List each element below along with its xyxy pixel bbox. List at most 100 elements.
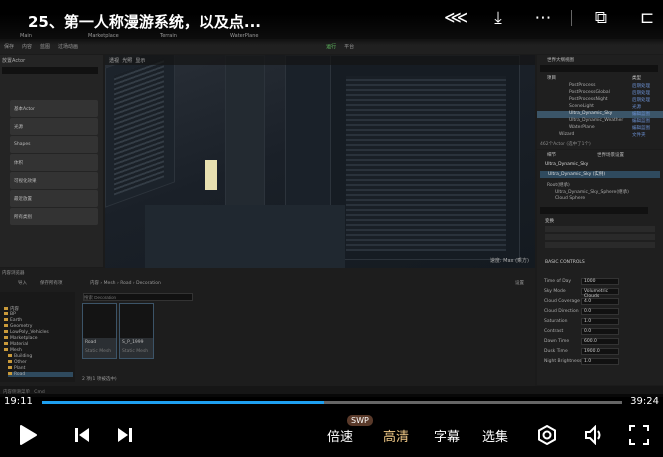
progress-track[interactable] bbox=[42, 401, 622, 404]
quality-button[interactable]: 高清 bbox=[383, 426, 409, 445]
place-item[interactable]: 可视化效果 bbox=[10, 172, 98, 189]
save-all-button[interactable]: 保存所有项 bbox=[40, 280, 63, 286]
breadcrumb-item[interactable]: 内容 bbox=[90, 281, 99, 286]
folder[interactable]: Building bbox=[8, 354, 32, 359]
settings-button[interactable]: 设置 bbox=[515, 280, 524, 286]
folder[interactable]: Plant bbox=[8, 366, 25, 371]
property-value[interactable]: 1.0 bbox=[581, 318, 619, 325]
viewport-show[interactable]: 显示 bbox=[135, 58, 145, 64]
speed-button[interactable]: 倍速 bbox=[327, 426, 353, 445]
section-basic-controls[interactable]: BASIC CONTROLS bbox=[545, 260, 585, 265]
folder[interactable]: LowPoly_Vehicles bbox=[4, 330, 49, 335]
property-value[interactable]: 1.0 bbox=[581, 358, 619, 365]
share-icon[interactable]: ⋘ bbox=[444, 8, 466, 28]
editor-frame: Main Marketplace Terrain WaterPlane 保存 内… bbox=[0, 15, 663, 397]
property-value[interactable]: Volumetric Clouds bbox=[581, 288, 619, 295]
place-item[interactable]: 最近放置 bbox=[10, 190, 98, 207]
property-value[interactable]: 1900.0 bbox=[581, 348, 619, 355]
outliner-row[interactable]: Wizard文件夹 bbox=[537, 132, 663, 139]
outliner-col-label[interactable]: 项目 bbox=[547, 75, 556, 81]
place-item[interactable]: 所有类别 bbox=[10, 208, 98, 225]
row-label: PostProcessNight bbox=[569, 97, 608, 102]
place-item-label: 基本Actor bbox=[14, 107, 35, 112]
place-actors-search[interactable] bbox=[2, 67, 98, 74]
world-settings-tab[interactable]: 世界场景设置 bbox=[597, 152, 624, 158]
property-value[interactable]: 4.0 bbox=[581, 298, 619, 305]
menu-waterplane[interactable]: WaterPlane bbox=[230, 33, 259, 39]
play-icon[interactable] bbox=[18, 424, 38, 446]
breadcrumb-item[interactable]: Mesh bbox=[104, 281, 116, 286]
property-row: Dusk Time1900.0 bbox=[539, 347, 659, 356]
folder[interactable]: BP bbox=[4, 312, 16, 317]
viewport-perspective[interactable]: 透视 bbox=[109, 58, 119, 64]
outliner-row[interactable]: WaterPlane编辑蓝图 bbox=[537, 125, 663, 132]
row-type: 后期处理 bbox=[632, 83, 650, 89]
place-item-label: 体积 bbox=[14, 161, 23, 166]
asset-thumbnail bbox=[120, 304, 153, 338]
outliner-row[interactable]: PostProcessGlobal后期处理 bbox=[537, 90, 663, 97]
property-value[interactable]: 1000 bbox=[581, 278, 619, 285]
folder[interactable]: Earth bbox=[4, 318, 22, 323]
folder[interactable]: Other bbox=[8, 360, 27, 365]
fullscreen-icon[interactable] bbox=[629, 425, 649, 445]
property-value[interactable]: 600.0 bbox=[581, 338, 619, 345]
place-item[interactable]: 体积 bbox=[10, 154, 98, 171]
building bbox=[330, 55, 520, 260]
asset-tile[interactable]: S_P_1999Static Mesh bbox=[119, 303, 154, 359]
outliner-row[interactable]: PostProcess 后期处理 bbox=[537, 83, 663, 90]
outliner-row[interactable]: PostProcessNight后期处理 bbox=[537, 97, 663, 104]
actor-instance[interactable]: Ultra_Dynamic_Sky (实例) bbox=[540, 171, 660, 178]
settings-icon[interactable] bbox=[537, 425, 557, 445]
folder-selected[interactable]: Road bbox=[8, 372, 73, 377]
episodes-button[interactable]: 选集 bbox=[482, 426, 508, 445]
details-tab[interactable]: 细节 bbox=[547, 152, 556, 158]
outliner-search[interactable] bbox=[540, 65, 658, 72]
property-value[interactable]: 0.0 bbox=[581, 328, 619, 335]
level-viewport[interactable]: 透视 光照 显示 速度: Max (乘方) bbox=[105, 55, 535, 268]
folder[interactable]: Mesh bbox=[4, 348, 22, 353]
component[interactable]: Ultra_Dynamic_Sky_Sphere(继承) bbox=[555, 189, 629, 195]
outliner-row[interactable]: Ultra_Dynamic_Weather编辑蓝图 bbox=[537, 118, 663, 125]
breadcrumb-item[interactable]: Decoration bbox=[136, 281, 161, 286]
outliner-tab[interactable]: 世界大纲视图 bbox=[547, 57, 574, 63]
place-item[interactable]: 光源 bbox=[10, 118, 98, 135]
details-search[interactable] bbox=[540, 207, 648, 214]
asset-tile[interactable]: RoadStatic Mesh bbox=[82, 303, 117, 359]
row-label: PostProcess bbox=[569, 83, 596, 88]
property-row: Saturation1.0 bbox=[539, 317, 659, 326]
place-item[interactable]: Shapes bbox=[10, 136, 98, 153]
outliner-col-type[interactable]: 类型 bbox=[632, 75, 641, 81]
breadcrumb-item[interactable]: Road bbox=[120, 281, 131, 286]
asset-search-input[interactable] bbox=[83, 293, 193, 301]
property-value[interactable]: 0.0 bbox=[581, 308, 619, 315]
folder[interactable]: Marketplace bbox=[4, 336, 38, 341]
content-browser-tab[interactable]: 内容浏览器 bbox=[2, 270, 25, 276]
place-item-label: Shapes bbox=[14, 142, 30, 147]
component[interactable]: Cloud Sphere bbox=[555, 196, 585, 201]
download-icon[interactable]: ⤓ bbox=[487, 8, 509, 28]
next-icon[interactable] bbox=[117, 427, 133, 443]
more-icon[interactable]: ⋯ bbox=[532, 8, 554, 28]
import-button[interactable]: 导入 bbox=[18, 280, 27, 286]
folder[interactable]: Geometry bbox=[4, 324, 32, 329]
viewport-lit[interactable]: 光照 bbox=[122, 58, 132, 64]
section-transform[interactable]: 变换 bbox=[545, 218, 554, 224]
place-actors-tab[interactable]: 放置Actor bbox=[2, 57, 25, 64]
row-type: 编辑蓝图 bbox=[632, 125, 650, 131]
outliner-row-selected[interactable]: Ultra_Dynamic_Sky编辑蓝图 bbox=[537, 111, 663, 118]
folder[interactable]: Material bbox=[4, 342, 28, 347]
previous-icon[interactable] bbox=[74, 427, 90, 443]
outliner-row[interactable]: SceneLight光源 bbox=[537, 104, 663, 111]
current-time: 19:11 bbox=[4, 396, 33, 407]
subtitles-button[interactable]: 字幕 bbox=[434, 426, 460, 445]
picture-in-picture-icon[interactable]: ⧉ bbox=[590, 8, 612, 28]
volume-icon[interactable] bbox=[584, 425, 606, 445]
viewport-toolbar: 透视 光照 显示 bbox=[105, 55, 535, 65]
menu-marketplace[interactable]: Marketplace bbox=[88, 33, 119, 39]
component[interactable]: Root(继承) bbox=[547, 182, 570, 188]
cast-icon[interactable]: ⊏ bbox=[636, 8, 658, 28]
menu-main[interactable]: Main bbox=[20, 33, 32, 39]
transform-fields[interactable] bbox=[545, 226, 655, 250]
place-item[interactable]: 基本Actor bbox=[10, 100, 98, 117]
menu-terrain[interactable]: Terrain bbox=[160, 33, 177, 39]
